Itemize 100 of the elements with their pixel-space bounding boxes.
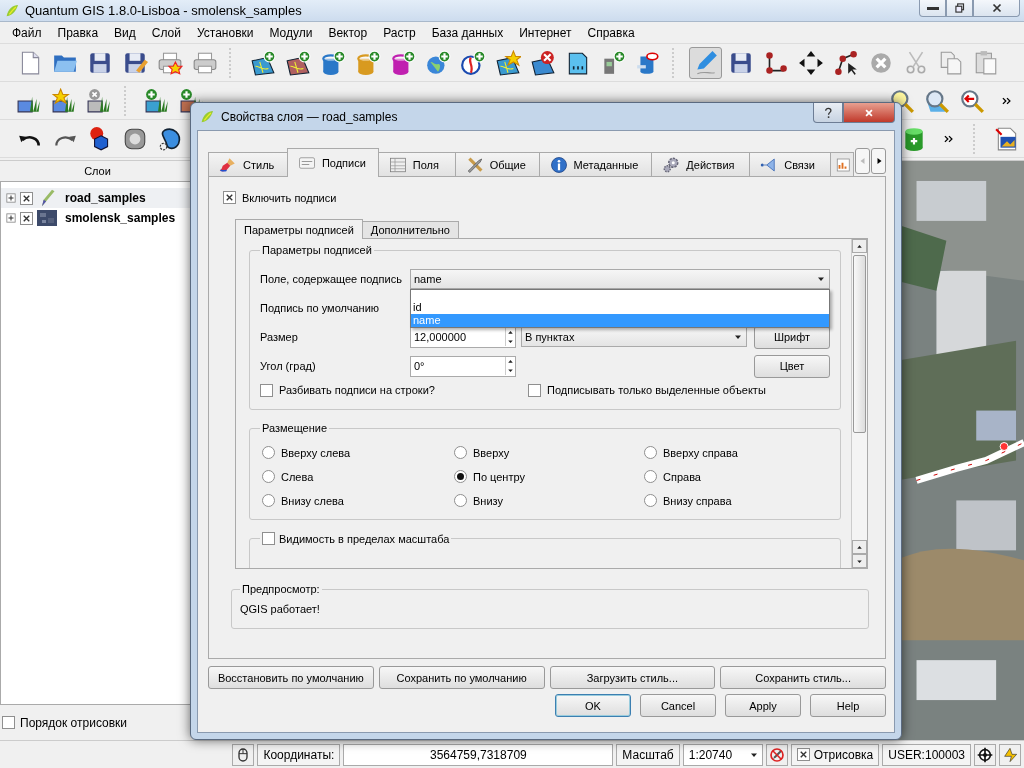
minimize-button[interactable] bbox=[919, 0, 946, 17]
map-plus-icon[interactable] bbox=[284, 49, 311, 76]
preview-text: QGIS работает! bbox=[240, 603, 321, 615]
restore-button[interactable] bbox=[946, 0, 973, 17]
render-order-checkbox[interactable] bbox=[2, 716, 15, 729]
radio-button[interactable] bbox=[454, 494, 467, 507]
radio-button[interactable] bbox=[454, 446, 467, 459]
radio-button[interactable] bbox=[262, 470, 275, 483]
close-button[interactable] bbox=[843, 103, 895, 123]
tab[interactable]: Подписи bbox=[286, 148, 379, 177]
dropdown-option[interactable]: id bbox=[411, 301, 829, 314]
brush-icon bbox=[219, 155, 237, 174]
tab[interactable]: Связи bbox=[749, 152, 832, 176]
coordinates-label: Координаты: bbox=[257, 743, 341, 766]
scale-visibility-checkbox[interactable] bbox=[262, 532, 275, 545]
tab[interactable]: Действия bbox=[651, 152, 751, 176]
menu-item[interactable]: Интернет bbox=[511, 25, 580, 40]
dialog-button[interactable]: OK bbox=[555, 694, 631, 717]
globe-plus-icon[interactable] bbox=[459, 49, 486, 76]
render-checkbox[interactable] bbox=[796, 748, 810, 761]
tab[interactable]: Общие bbox=[454, 152, 540, 176]
menu-item[interactable]: Справка bbox=[579, 25, 643, 40]
field-label: Размер bbox=[260, 331, 299, 343]
zoom-back-icon[interactable] bbox=[958, 87, 985, 114]
scale-combobox[interactable]: 1:20740 bbox=[682, 743, 763, 766]
map-remove-icon[interactable] bbox=[529, 49, 556, 76]
selected-only-checkbox[interactable] bbox=[528, 383, 541, 397]
style-button[interactable]: Сохранить стиль... bbox=[720, 666, 886, 689]
down-arrow-icon bbox=[506, 337, 515, 346]
color-button[interactable]: Цвет bbox=[754, 354, 830, 378]
menu-item[interactable]: Вид bbox=[106, 25, 144, 40]
unit-combobox[interactable]: В пунктах bbox=[521, 327, 747, 347]
tab[interactable]: Параметры подписей bbox=[235, 219, 363, 239]
style-button[interactable]: Загрузить стиль... bbox=[549, 666, 716, 689]
radio-label: Внизу bbox=[473, 494, 503, 507]
dialog-title: Свойства слоя — road_samples bbox=[221, 109, 398, 124]
tab[interactable]: Поля bbox=[377, 152, 456, 176]
menu-item[interactable]: Установки bbox=[188, 25, 262, 40]
expand-icon[interactable] bbox=[6, 193, 16, 203]
scrollbar[interactable] bbox=[851, 239, 867, 568]
style-button[interactable]: Сохранить по умолчанию bbox=[378, 666, 545, 689]
style-button[interactable]: Восстановить по умолчанию bbox=[208, 666, 374, 689]
map-star-icon[interactable] bbox=[494, 49, 521, 76]
scroll-left-button[interactable] bbox=[855, 148, 871, 174]
layer-star-icon[interactable] bbox=[51, 87, 78, 114]
crs-label[interactable]: USER:100003 bbox=[882, 743, 971, 766]
up-arrow-icon bbox=[506, 328, 515, 337]
radio-button[interactable] bbox=[644, 494, 657, 507]
radio-button[interactable] bbox=[454, 470, 467, 483]
tools-icon bbox=[465, 155, 484, 174]
nodes-pointer-icon[interactable] bbox=[832, 49, 859, 76]
move-arrows-icon[interactable] bbox=[797, 49, 824, 76]
angle-spinbox[interactable]: 0° bbox=[410, 355, 516, 377]
menu-item[interactable]: Вектор bbox=[320, 25, 376, 40]
layer-row[interactable]: smolensk_samples bbox=[1, 208, 194, 228]
dialog-button[interactable]: Cancel bbox=[640, 694, 716, 717]
enable-labels-checkbox[interactable] bbox=[223, 191, 236, 204]
up-arrow-icon bbox=[506, 357, 515, 366]
size-spinbox[interactable]: 12,000000 bbox=[410, 326, 516, 348]
crs-button[interactable] bbox=[974, 743, 996, 766]
database-plus-icon[interactable] bbox=[389, 49, 416, 76]
tab[interactable]: Дополнительно bbox=[361, 221, 459, 238]
globe-plus-icon[interactable] bbox=[424, 49, 451, 76]
database-plus-icon[interactable] bbox=[319, 49, 346, 76]
group-title: Размещение bbox=[261, 422, 329, 434]
stop-render-button[interactable] bbox=[765, 743, 788, 766]
dialog-button[interactable]: Help bbox=[810, 694, 886, 717]
visibility-checkbox[interactable] bbox=[20, 211, 33, 225]
radio-button[interactable] bbox=[262, 494, 275, 507]
radio-button[interactable] bbox=[644, 470, 657, 483]
layer-plus-icon[interactable] bbox=[144, 87, 171, 114]
database-icon[interactable] bbox=[634, 49, 661, 76]
menu-item[interactable]: Правка bbox=[49, 25, 107, 40]
radio-button[interactable] bbox=[262, 446, 275, 459]
help-button[interactable] bbox=[813, 103, 843, 123]
field-combobox[interactable]: name bbox=[410, 269, 830, 289]
menu-item[interactable]: Модули bbox=[261, 25, 321, 40]
radio-label: Справа bbox=[663, 470, 701, 483]
database-plus-icon[interactable] bbox=[354, 49, 381, 76]
zoom-layer-icon[interactable] bbox=[923, 87, 950, 114]
dialog-button[interactable]: Apply bbox=[725, 694, 801, 717]
messages-button[interactable] bbox=[999, 743, 1021, 766]
visibility-checkbox[interactable] bbox=[20, 191, 33, 205]
gears-icon bbox=[662, 155, 681, 174]
logo-icon bbox=[4, 2, 20, 19]
map-plus-icon[interactable] bbox=[249, 49, 276, 76]
radio-button[interactable] bbox=[644, 446, 657, 459]
scroll-right-button[interactable] bbox=[871, 148, 886, 174]
mouse-toggle-button[interactable] bbox=[232, 743, 255, 766]
menu-item[interactable]: Растр bbox=[375, 25, 424, 40]
tab[interactable]: Метаданные bbox=[538, 152, 653, 176]
menu-item[interactable]: База данных bbox=[423, 25, 512, 40]
wrap-checkbox[interactable] bbox=[260, 383, 273, 397]
expand-icon[interactable] bbox=[6, 213, 16, 223]
tab[interactable]: Стиль bbox=[208, 152, 288, 176]
close-button[interactable] bbox=[973, 0, 1020, 17]
coordinates-field[interactable]: 3564759,7318709 bbox=[343, 743, 614, 766]
layer-remove-icon[interactable] bbox=[86, 87, 113, 114]
menu-item[interactable]: Файл bbox=[4, 25, 50, 40]
menu-item[interactable]: Слой bbox=[143, 25, 189, 40]
